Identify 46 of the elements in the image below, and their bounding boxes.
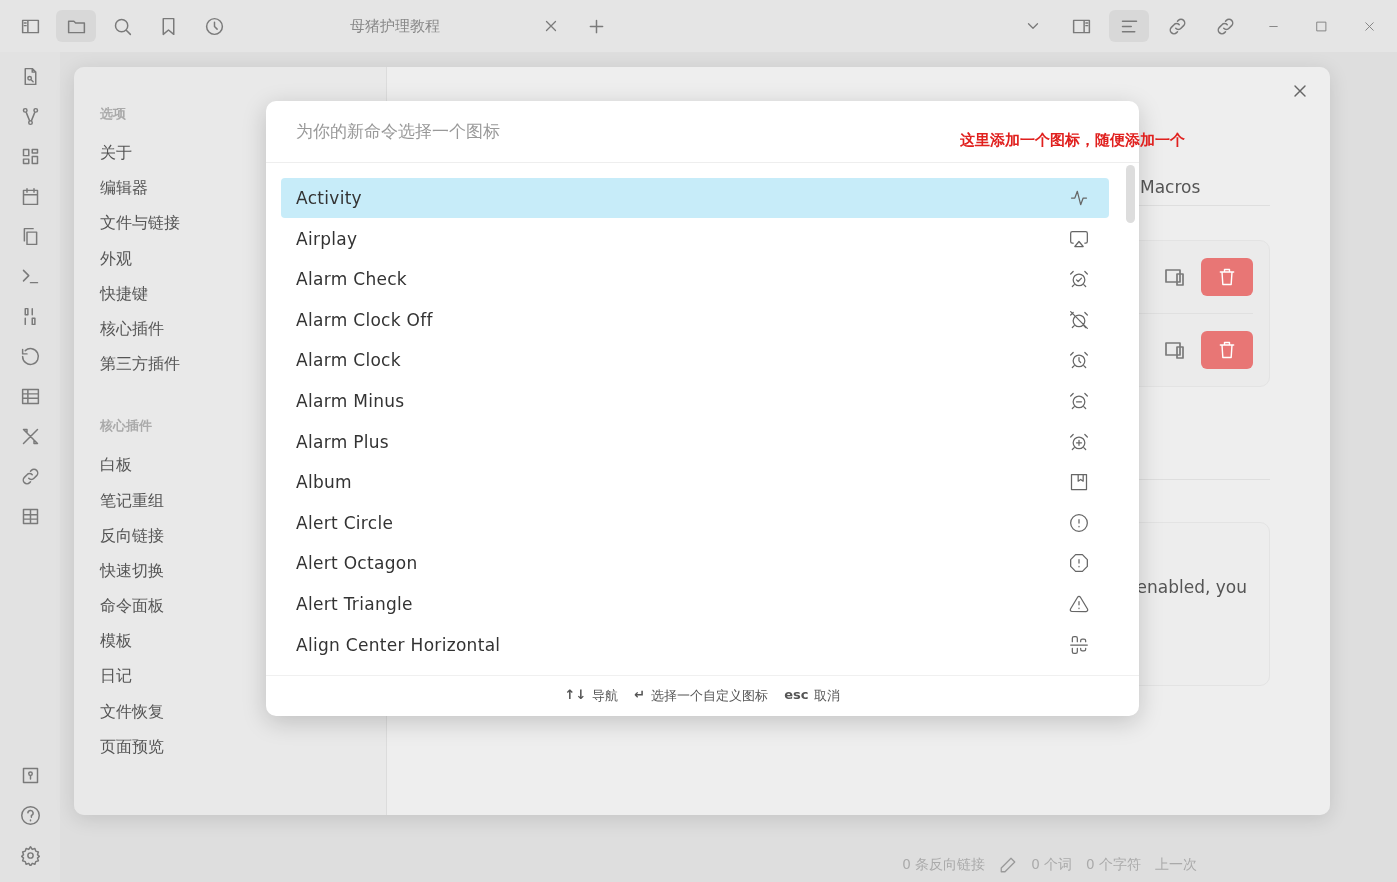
warning-icon bbox=[1069, 594, 1089, 615]
scrollbar-thumb[interactable] bbox=[1126, 165, 1135, 223]
icon-option[interactable]: Align Center Horizontal bbox=[281, 624, 1109, 665]
icon-option[interactable]: Alarm Check bbox=[281, 259, 1109, 300]
alarm-clock-minus-icon bbox=[1069, 391, 1089, 412]
trash-icon bbox=[1217, 340, 1237, 360]
icon-option[interactable]: Album bbox=[281, 461, 1109, 503]
album-icon bbox=[1069, 472, 1089, 493]
screen-icon bbox=[1069, 228, 1089, 249]
icon-option[interactable]: Alert Triangle bbox=[281, 583, 1109, 625]
delete-button[interactable] bbox=[1201, 331, 1253, 369]
icon-option[interactable]: Alert Circle bbox=[281, 502, 1109, 544]
hint-label: 导航 bbox=[592, 687, 619, 706]
icon-option[interactable]: Alarm Minus bbox=[281, 380, 1109, 422]
undo-icon[interactable] bbox=[19, 346, 41, 367]
icon-option[interactable]: Alarm Clock Off bbox=[281, 299, 1109, 341]
hint-label: 取消 bbox=[814, 687, 841, 706]
key-hint: ↵ bbox=[634, 687, 646, 705]
alarm-clock-plus-icon bbox=[1069, 431, 1089, 452]
alert-octagon-icon bbox=[1069, 553, 1089, 574]
icon-option[interactable]: Alarm Plus bbox=[281, 421, 1109, 462]
settings-nav-item[interactable]: 页面预览 bbox=[100, 728, 386, 764]
settings-icon[interactable] bbox=[19, 845, 41, 866]
spreadsheet-icon[interactable] bbox=[19, 386, 41, 407]
trash-icon bbox=[1217, 267, 1237, 287]
icon-option[interactable]: Alert Octagon bbox=[281, 543, 1109, 584]
card-text: enabled, you bbox=[1136, 577, 1247, 599]
pencil-icon[interactable] bbox=[999, 856, 1018, 874]
alarm-clock-icon bbox=[1069, 350, 1089, 371]
delete-button[interactable] bbox=[1201, 258, 1253, 296]
outline-icon[interactable] bbox=[1109, 10, 1149, 42]
alarm-clock-off-icon bbox=[1069, 309, 1089, 330]
annotation-text: 这里添加一个图标，随便添加一个 bbox=[960, 131, 1185, 150]
icon-option[interactable]: Activity bbox=[281, 177, 1109, 219]
key-hint: ↑↓ bbox=[564, 687, 587, 705]
icon-option[interactable]: Alarm Clock bbox=[281, 340, 1109, 381]
alarm-clock-check-icon bbox=[1069, 269, 1089, 290]
folder-icon[interactable] bbox=[56, 10, 96, 42]
section-heading: 核心插件 bbox=[100, 417, 153, 436]
hint-label: 选择一个自定义图标 bbox=[651, 687, 769, 706]
section-heading: 选项 bbox=[100, 105, 127, 123]
icon-option[interactable]: Airplay bbox=[281, 218, 1109, 259]
help-icon[interactable] bbox=[19, 805, 41, 826]
align-center-icon bbox=[1069, 634, 1089, 655]
search-field[interactable]: 为你的新命令选择一个图标 bbox=[266, 101, 926, 161]
key-hint: esc bbox=[784, 687, 809, 705]
